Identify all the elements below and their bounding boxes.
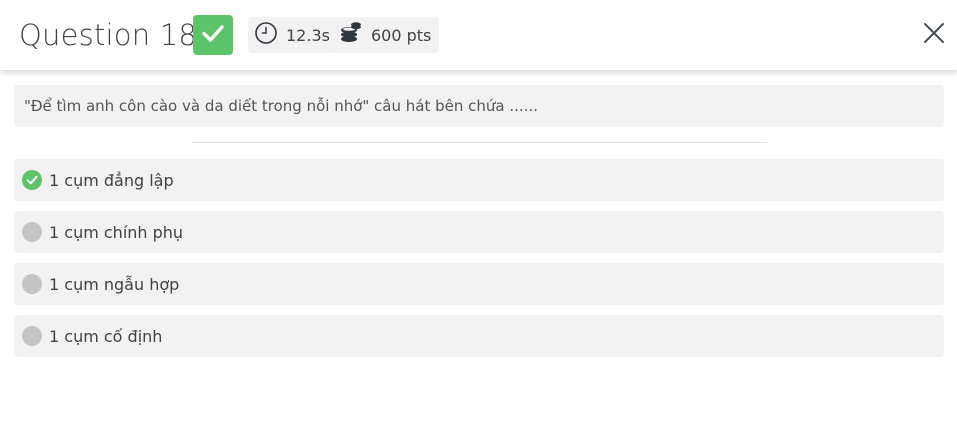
answer-option-4[interactable]: 1 cụm cố định: [14, 315, 944, 357]
coins-icon: [339, 21, 363, 49]
check-icon: [200, 20, 226, 50]
question-text: "Để tìm anh côn cào và da diết trong nỗi…: [24, 97, 538, 115]
answer-option-3[interactable]: 1 cụm ngẫu hợp: [14, 263, 944, 305]
correct-status-badge: [193, 15, 233, 55]
answer-option-label: 1 cụm ngẫu hợp: [49, 274, 180, 294]
close-button[interactable]: [920, 21, 948, 49]
unselected-circle-icon: [22, 326, 42, 346]
close-icon[interactable]: [922, 21, 946, 49]
time-chip: 12.3s: [248, 17, 338, 53]
answer-options: 1 cụm đẳng lập 1 cụm chính phụ 1 cụm ngẫ…: [14, 159, 944, 367]
divider: [192, 142, 767, 143]
answer-option-1[interactable]: 1 cụm đẳng lập: [14, 159, 944, 201]
points-value: 600 pts: [371, 25, 432, 45]
answer-option-2[interactable]: 1 cụm chính phụ: [14, 211, 944, 253]
answer-option-label: 1 cụm cố định: [49, 326, 163, 346]
clock-icon: [254, 21, 278, 49]
answer-option-label: 1 cụm đẳng lập: [49, 170, 174, 190]
unselected-circle-icon: [22, 274, 42, 294]
points-chip: 600 pts: [333, 17, 440, 53]
correct-check-icon: [22, 170, 42, 190]
question-header: Question 18 12.3s 600 pts: [0, 0, 957, 70]
time-value: 12.3s: [286, 25, 330, 45]
question-title: Question 18: [19, 18, 198, 52]
unselected-circle-icon: [22, 222, 42, 242]
answer-option-label: 1 cụm chính phụ: [49, 222, 184, 242]
question-text-box: "Để tìm anh côn cào và da diết trong nỗi…: [14, 85, 944, 127]
